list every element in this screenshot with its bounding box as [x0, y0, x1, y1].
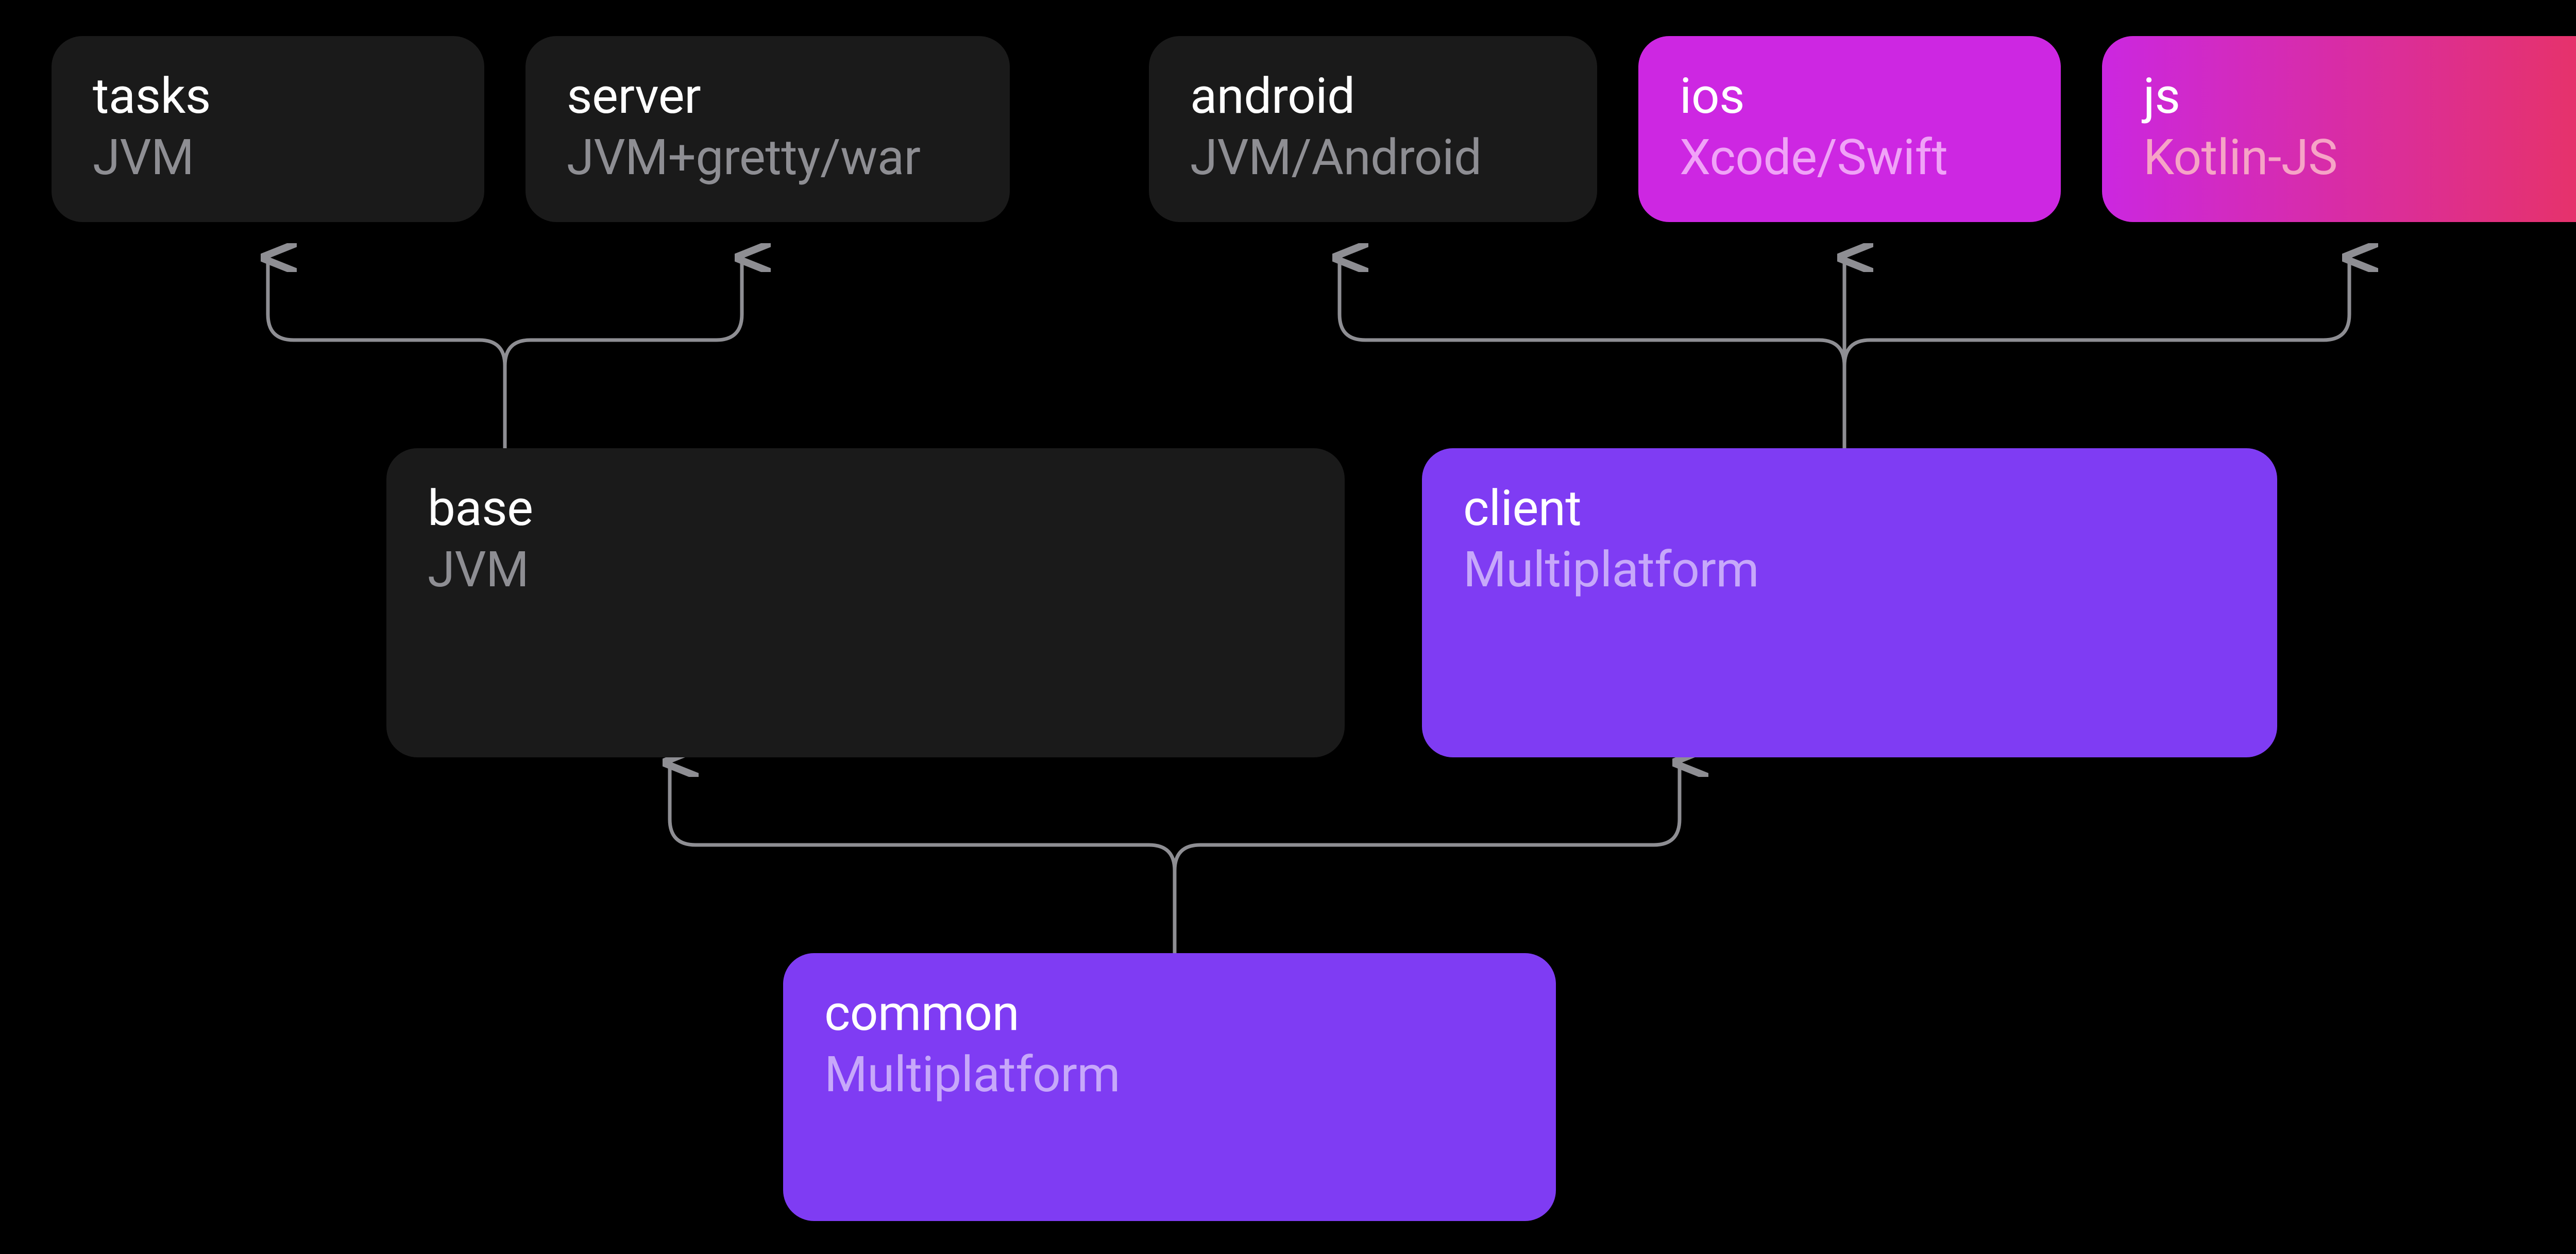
diagram-canvas: tasks JVM server JVM+gretty/war android … — [0, 0, 2576, 1254]
node-ios: ios Xcode/Swift — [1638, 36, 2061, 222]
node-android: android JVM/Android — [1149, 36, 1597, 222]
node-title: base — [428, 480, 1303, 537]
node-subtitle: Multiplatform — [824, 1043, 1515, 1107]
node-subtitle: JVM/Android — [1190, 126, 1556, 190]
node-title: js — [2143, 68, 2576, 125]
node-subtitle: Multiplatform — [1463, 538, 2236, 602]
node-title: common — [824, 985, 1515, 1042]
node-title: client — [1463, 480, 2236, 537]
node-common: common Multiplatform — [783, 953, 1556, 1221]
node-base: base JVM — [386, 448, 1345, 757]
node-title: server — [567, 68, 969, 125]
node-subtitle: Kotlin-JS — [2143, 126, 2576, 190]
node-js: js Kotlin-JS — [2102, 36, 2576, 222]
node-subtitle: JVM+gretty/war — [567, 126, 969, 190]
node-subtitle: JVM — [93, 126, 443, 190]
node-client: client Multiplatform — [1422, 448, 2277, 757]
node-subtitle: Xcode/Swift — [1680, 126, 2020, 190]
node-title: ios — [1680, 68, 2020, 125]
node-server: server JVM+gretty/war — [526, 36, 1010, 222]
node-title: android — [1190, 68, 1556, 125]
node-title: tasks — [93, 68, 443, 125]
node-tasks: tasks JVM — [52, 36, 484, 222]
node-subtitle: JVM — [428, 538, 1303, 602]
